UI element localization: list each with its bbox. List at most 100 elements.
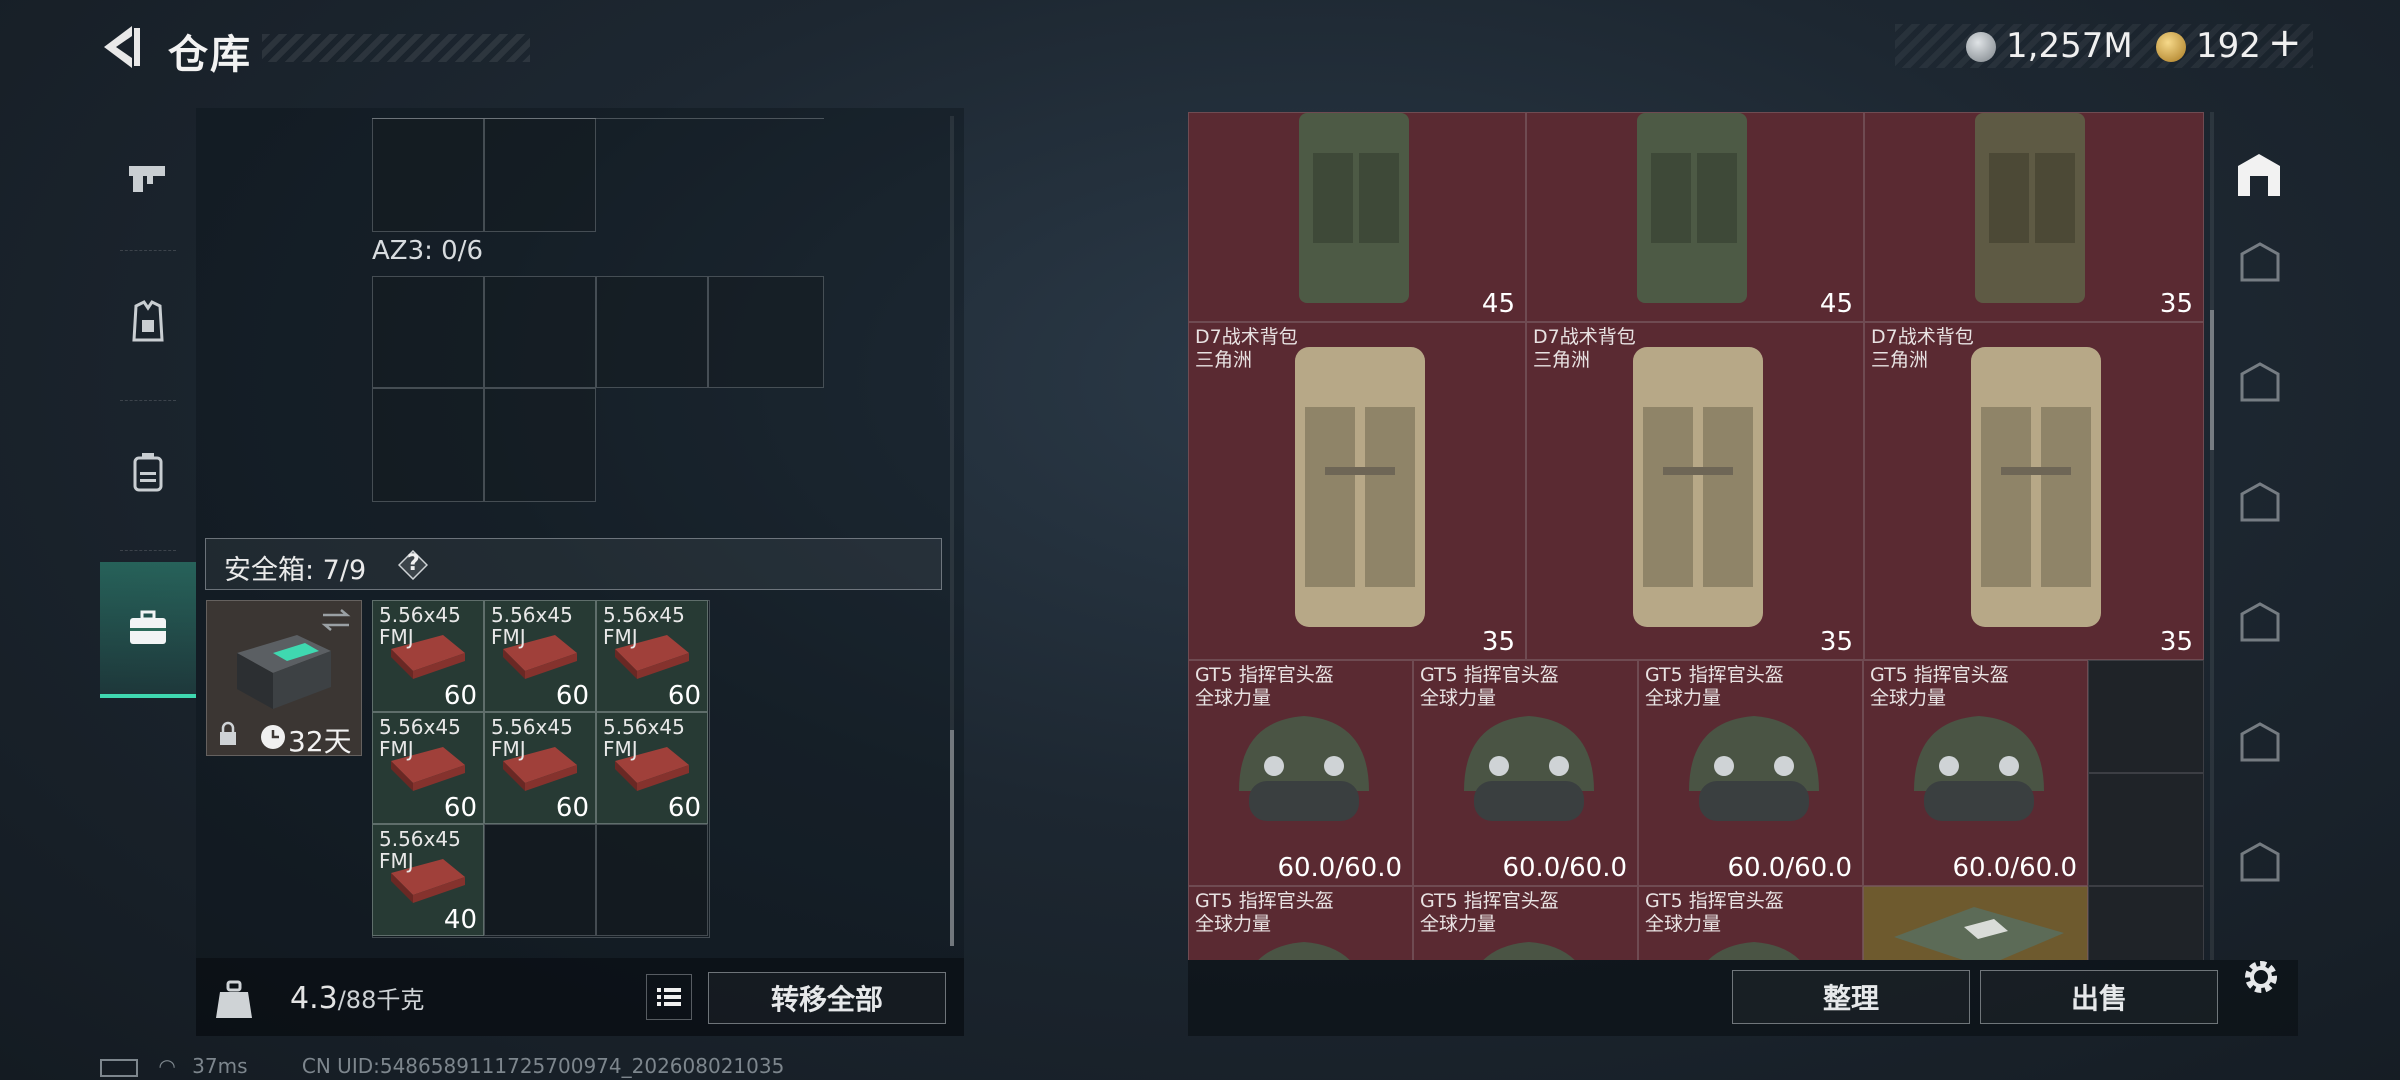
- help-mark: ?: [407, 551, 420, 576]
- page-title: 仓库: [168, 32, 252, 78]
- backpack-image: [1975, 113, 2085, 303]
- item-name: GT5 指挥官头盔 全球力量: [1645, 664, 1784, 709]
- stash-empty-slot[interactable]: [2088, 773, 2204, 886]
- az3-capacity-label: AZ3: 0/6: [372, 236, 484, 266]
- stash-item[interactable]: GT5 指挥官头盔 全球力量 60.0/60.0: [1413, 660, 1638, 886]
- briefcase-icon: [130, 610, 166, 644]
- weight-capacity: /88千克: [337, 986, 425, 1014]
- stash-empty-slot[interactable]: [2088, 886, 2204, 960]
- ammo-name: 5.56x45 FMJ: [603, 715, 685, 761]
- help-button[interactable]: ?: [397, 549, 429, 581]
- container-slot[interactable]: [484, 118, 596, 232]
- item-name: D7战术背包 三角洲: [1195, 326, 1298, 371]
- list-view-button[interactable]: [646, 974, 692, 1020]
- backpack-image: [1637, 113, 1747, 303]
- stash-item[interactable]: GT5 指挥官头盔 全球力量 60.0/60.0: [1638, 660, 1863, 886]
- sell-button[interactable]: 出售: [1980, 970, 2218, 1024]
- ammo-item[interactable]: 5.56x45 FMJ 60: [372, 712, 484, 824]
- sort-button[interactable]: 整理: [1732, 970, 1970, 1024]
- ammo-item[interactable]: 5.56x45 FMJ 60: [596, 600, 708, 712]
- item-durability: 60.0/60.0: [1277, 853, 1402, 883]
- tab-stash-page[interactable]: [2236, 476, 2284, 526]
- rifle-icon: [129, 166, 165, 192]
- list-icon: [657, 988, 681, 1006]
- az3-slot[interactable]: [596, 276, 708, 388]
- stash-item[interactable]: 45: [1188, 112, 1526, 322]
- nav-armor[interactable]: [100, 262, 196, 382]
- item-name: GT5 指挥官头盔 全球力量: [1420, 890, 1559, 935]
- az3-slot[interactable]: [484, 276, 596, 388]
- warehouse-icon: [2240, 722, 2280, 762]
- stash-empty-slot[interactable]: [2088, 660, 2204, 773]
- ammo-name: 5.56x45 FMJ: [603, 603, 685, 649]
- tab-stash-page[interactable]: [2236, 236, 2284, 286]
- tab-stash-all[interactable]: [2232, 148, 2286, 202]
- weight-icon: [216, 980, 252, 1018]
- stash-grid: 45 45 35 D7战术背包 三角洲 35 D7战术背包 三角洲 35 D7战术背…: [1188, 112, 2204, 960]
- tab-stash-page[interactable]: [2236, 596, 2284, 646]
- ammo-item[interactable]: 5.56x45 FMJ 40: [372, 824, 484, 936]
- ammo-item[interactable]: 5.56x45 FMJ 60: [372, 600, 484, 712]
- warehouse-icon: [2240, 482, 2280, 522]
- warehouse-icon: [2240, 362, 2280, 402]
- ammo-name: 5.56x45 FMJ: [379, 715, 461, 761]
- safebox-empty-slot[interactable]: [484, 824, 596, 936]
- nav-safebox[interactable]: [100, 562, 196, 698]
- silver-coin-icon: [1966, 32, 1996, 62]
- stash-item[interactable]: GT5 指挥官头盔 全球力量: [1188, 886, 1413, 960]
- backpack-image: [1299, 113, 1409, 303]
- az3-slot[interactable]: [708, 276, 824, 388]
- item-name: GT5 指挥官头盔 全球力量: [1870, 664, 2009, 709]
- ammo-item[interactable]: 5.56x45 FMJ 60: [596, 712, 708, 824]
- az3-slot[interactable]: [372, 276, 484, 388]
- stash-item[interactable]: D7战术背包 三角洲 35: [1526, 322, 1864, 660]
- loadout-category-nav: [100, 106, 196, 712]
- ammo-item[interactable]: 5.56x45 FMJ 60: [484, 600, 596, 712]
- item-durability: 60.0/60.0: [1727, 853, 1852, 883]
- nav-weapons[interactable]: [100, 116, 196, 236]
- back-arrow-icon[interactable]: [98, 22, 148, 72]
- stash-item[interactable]: GT5 指挥官头盔 全球力量 60.0/60.0: [1188, 660, 1413, 886]
- stash-item[interactable]: 35: [1864, 112, 2204, 322]
- status-bar: ◠ 37ms CN UID:5486589111725700974_202608…: [100, 1054, 784, 1078]
- ammo-name: 5.56x45 FMJ: [379, 603, 461, 649]
- tab-stash-page[interactable]: [2236, 716, 2284, 766]
- gold-coin-icon: [2156, 32, 2186, 62]
- stash-scrollbar-thumb[interactable]: [2210, 310, 2214, 450]
- vest-icon: [132, 300, 164, 342]
- gear-icon[interactable]: [2238, 954, 2284, 1000]
- stash-item[interactable]: D7战术背包 三角洲 35: [1864, 322, 2204, 660]
- add-currency-button[interactable]: +: [2268, 20, 2302, 66]
- title-decoration: [262, 34, 530, 62]
- warehouse-icon: [2240, 602, 2280, 642]
- ammo-quantity: 60: [555, 793, 589, 823]
- stash-item[interactable]: GT5 指挥官头盔 全球力量 60.0/60.0: [1863, 660, 2088, 886]
- equipment-scrollbar-thumb[interactable]: [950, 730, 954, 946]
- safebox-empty-slot[interactable]: [596, 824, 708, 936]
- item-durability: 60.0/60.0: [1952, 853, 2077, 883]
- ammo-name: 5.56x45 FMJ: [379, 827, 461, 873]
- stash-item[interactable]: GT5 指挥官头盔 全球力量: [1413, 886, 1638, 960]
- tab-stash-page[interactable]: [2236, 836, 2284, 886]
- ammo-name: 5.56x45 FMJ: [491, 715, 573, 761]
- transfer-all-button[interactable]: 转移全部: [708, 972, 946, 1024]
- tab-stash-page[interactable]: [2236, 356, 2284, 406]
- az3-slot[interactable]: [484, 388, 596, 502]
- item-capacity: 45: [1819, 289, 1853, 319]
- lock-icon: [220, 721, 236, 745]
- stash-item[interactable]: D7战术背包 三角洲 35: [1188, 322, 1526, 660]
- nav-backpack[interactable]: [100, 412, 196, 532]
- container-slot[interactable]: [372, 118, 484, 232]
- stash-item[interactable]: 45: [1526, 112, 1864, 322]
- item-capacity: 45: [1481, 289, 1515, 319]
- stash-scrollbar[interactable]: [2210, 112, 2214, 960]
- stash-item[interactable]: [1863, 886, 2088, 960]
- stash-item[interactable]: GT5 指挥官头盔 全球力量: [1638, 886, 1863, 960]
- item-name: GT5 指挥官头盔 全球力量: [1195, 664, 1334, 709]
- ammo-item[interactable]: 5.56x45 FMJ 60: [484, 712, 596, 824]
- swap-icon[interactable]: [319, 607, 353, 633]
- backpack-image: [1295, 347, 1425, 627]
- az3-slot[interactable]: [372, 388, 484, 502]
- uid-text: CN UID:5486589111725700974_202608021035: [301, 1054, 785, 1078]
- ammo-quantity: 60: [443, 793, 477, 823]
